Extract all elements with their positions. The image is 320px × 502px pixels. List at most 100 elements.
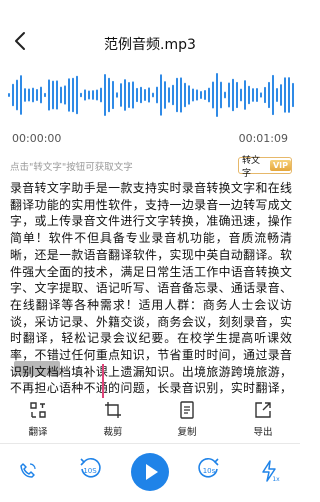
waveform-bar bbox=[40, 86, 42, 104]
waveform-bar bbox=[280, 84, 282, 106]
waveform-bar bbox=[236, 81, 238, 109]
waveform-bar bbox=[268, 81, 270, 109]
waveform-bar bbox=[252, 88, 254, 102]
rewind-10s-icon: 10S bbox=[80, 457, 101, 478]
export-icon bbox=[255, 402, 271, 418]
waveform-bar bbox=[228, 82, 230, 108]
waveform-bar bbox=[264, 86, 266, 104]
waveform-bar bbox=[148, 87, 150, 103]
crop-label: 裁剪 bbox=[103, 427, 123, 438]
transcribe-bar: 点击"转文字"按钮可获取文字 转文字 VIP bbox=[0, 155, 300, 179]
time-row: 00:00:00 00:01:09 bbox=[0, 132, 300, 150]
file-title: 范例音频.mp3 bbox=[104, 37, 196, 53]
waveform-bar bbox=[12, 83, 14, 107]
waveform-bar bbox=[260, 92, 262, 98]
waveform-bar bbox=[136, 87, 138, 103]
waveform-bar bbox=[100, 87, 102, 103]
audio-waveform[interactable] bbox=[0, 70, 300, 120]
waveform-bar bbox=[64, 85, 66, 105]
transcribe-label: 转文字 bbox=[242, 155, 261, 179]
waveform-bar bbox=[144, 89, 146, 101]
export-button[interactable]: 导出 bbox=[238, 398, 288, 440]
speed-icon: 1x bbox=[262, 460, 280, 483]
waveform-bar bbox=[180, 77, 182, 113]
waveform-bar bbox=[152, 92, 154, 98]
call-record-button[interactable] bbox=[18, 461, 38, 485]
crop-button[interactable]: 裁剪 bbox=[88, 398, 138, 440]
waveform-bar bbox=[176, 77, 178, 113]
waveform-bar bbox=[92, 90, 94, 100]
waveform-bar bbox=[112, 80, 114, 110]
waveform-bar bbox=[288, 77, 290, 113]
waveform-bar bbox=[120, 83, 122, 107]
waveform-bar bbox=[244, 80, 246, 110]
translate-label: 翻译 bbox=[28, 427, 48, 438]
waveform-bar bbox=[292, 82, 294, 108]
waveform-bar bbox=[256, 88, 258, 102]
waveform-bar bbox=[124, 79, 126, 111]
waveform-bar bbox=[68, 78, 70, 112]
speed-button[interactable]: 1x bbox=[258, 459, 280, 487]
waveform-bar bbox=[16, 79, 18, 111]
copy-label: 复制 bbox=[177, 427, 197, 438]
translate-button[interactable]: 翻译 bbox=[13, 398, 63, 440]
vip-badge: VIP bbox=[269, 160, 291, 171]
waveform-bar bbox=[184, 82, 186, 108]
transcript-text[interactable]: 录音转文字助手是一款支持实时录音转换文字和在线翻译功能的实用性软件，支持一边录音… bbox=[10, 180, 292, 414]
crop-icon bbox=[105, 402, 121, 418]
transcribe-button[interactable]: 转文字 VIP bbox=[238, 156, 292, 179]
text-selection-highlight bbox=[14, 361, 60, 376]
current-time: 00:00:00 bbox=[12, 132, 62, 145]
waveform-bar bbox=[24, 88, 26, 102]
waveform-bar bbox=[20, 75, 22, 115]
waveform-bar bbox=[172, 84, 174, 106]
total-time: 00:01:09 bbox=[238, 132, 288, 145]
forward-10s-button[interactable]: 10s bbox=[197, 456, 221, 486]
player-controls: 10S 10s 1x bbox=[0, 444, 300, 502]
phone-icon bbox=[20, 463, 36, 478]
waveform-bar bbox=[232, 78, 234, 112]
waveform-bar bbox=[36, 88, 38, 102]
waveform-bar bbox=[132, 81, 134, 109]
waveform-bar bbox=[224, 91, 226, 99]
selection-handle-line bbox=[102, 364, 104, 402]
waveform-bar bbox=[52, 80, 54, 110]
waveform-bar bbox=[104, 74, 106, 116]
waveform-bar bbox=[208, 87, 210, 103]
copy-button[interactable]: 复制 bbox=[162, 398, 212, 440]
waveform-bar bbox=[32, 87, 34, 103]
waveform-bar bbox=[192, 88, 194, 102]
play-button[interactable] bbox=[131, 453, 169, 491]
export-label: 导出 bbox=[253, 427, 273, 438]
waveform-bar bbox=[80, 92, 82, 98]
waveform-bar bbox=[248, 85, 250, 105]
waveform-bar bbox=[156, 86, 158, 104]
waveform-bar bbox=[200, 90, 202, 100]
speed-label: 1x bbox=[272, 476, 280, 483]
waveform-bar bbox=[96, 89, 98, 101]
waveform-bar bbox=[240, 88, 242, 102]
waveform-bar bbox=[276, 88, 278, 102]
forward-10s-icon: 10s bbox=[198, 457, 219, 478]
waveform-bar bbox=[88, 90, 90, 100]
forward-label: 10s bbox=[203, 467, 216, 475]
waveform-bar bbox=[164, 81, 166, 109]
waveform-bar bbox=[56, 80, 58, 110]
header-bar: 范例音频.mp3 bbox=[0, 0, 300, 80]
waveform-bar bbox=[220, 81, 222, 109]
waveform-bar bbox=[272, 74, 274, 116]
rewind-10s-button[interactable]: 10S bbox=[78, 456, 102, 486]
transcribe-hint: 点击"转文字"按钮可获取文字 bbox=[10, 162, 133, 173]
waveform-bar bbox=[196, 89, 198, 101]
waveform-bar bbox=[48, 79, 50, 111]
rewind-label: 10S bbox=[83, 467, 97, 475]
waveform-bar bbox=[44, 92, 46, 98]
waveform-bar bbox=[160, 74, 162, 116]
waveform-bar bbox=[284, 77, 286, 113]
waveform-bar bbox=[188, 85, 190, 105]
copy-icon bbox=[180, 401, 194, 419]
waveform-bar bbox=[212, 81, 214, 109]
waveform-bar bbox=[60, 86, 62, 104]
waveform-bar bbox=[72, 77, 74, 113]
waveform-bar bbox=[84, 89, 86, 101]
